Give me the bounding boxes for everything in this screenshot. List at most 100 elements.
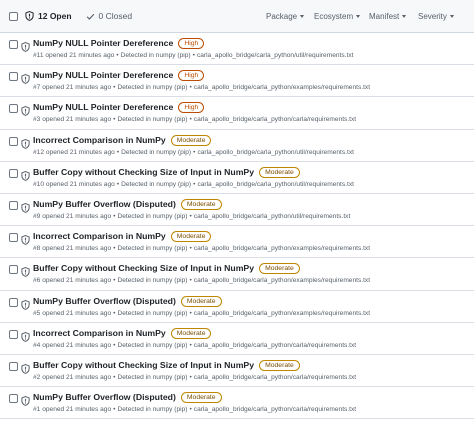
alert-opened: opened 21 minutes ago bbox=[42, 84, 112, 92]
row-checkbox[interactable] bbox=[9, 168, 18, 178]
alert-manifest-path[interactable]: carla_apollo_bridge/carla_python/example… bbox=[194, 277, 370, 284]
row-checkbox[interactable] bbox=[9, 265, 18, 275]
alert-opened: opened 21 minutes ago bbox=[42, 309, 112, 317]
row-checkbox[interactable] bbox=[9, 136, 18, 146]
alert-meta: #8 opened 21 minutes ago • Detected in num… bbox=[33, 245, 371, 253]
row-checkbox[interactable] bbox=[9, 40, 18, 49]
row-checkbox[interactable] bbox=[9, 233, 18, 243]
shield-icon bbox=[21, 297, 30, 310]
alert-number: #1 bbox=[33, 406, 41, 414]
alert-manifest-path[interactable]: carla_apollo_bridge/carla_python/carla/r… bbox=[194, 406, 356, 413]
alert-title-link[interactable]: Incorrect Comparison in NumPy bbox=[33, 328, 166, 338]
alert-manifest-path[interactable]: carla_apollo_bridge/carla_python/example… bbox=[194, 84, 370, 91]
shield-icon bbox=[21, 103, 30, 117]
alert-number: #12 bbox=[33, 148, 45, 156]
severity-badge: Moderate bbox=[170, 327, 212, 339]
caret-down-icon bbox=[300, 15, 305, 18]
alert-detected: Detected in numpy (pip) bbox=[117, 212, 188, 220]
alert-number: #2 bbox=[33, 373, 41, 381]
alert-row[interactable]: NumPy Buffer Overflow (Disputed) Moderate… bbox=[0, 387, 474, 420]
alert-meta: #10 opened 21 minutes ago • Detected in nu… bbox=[33, 180, 354, 188]
package-filter-dropdown[interactable]: Package bbox=[266, 12, 305, 21]
alert-row[interactable]: NumPy NULL Pointer Dereference High #11 op… bbox=[0, 33, 474, 66]
alert-manifest-path[interactable]: carla_apollo_bridge/carla_python/util/re… bbox=[194, 213, 351, 220]
alert-title-line: NumPy NULL Pointer Dereference High bbox=[33, 38, 205, 49]
alert-row[interactable]: Buffer Copy without Checking Size of Inp… bbox=[0, 258, 474, 291]
alert-opened: opened 21 minutes ago bbox=[45, 180, 115, 188]
alert-detected: Detected in numpy (pip) bbox=[117, 116, 188, 124]
alert-row[interactable]: Incorrect Comparison in NumPy Moderate #8 … bbox=[0, 226, 474, 259]
alert-detected: Detected in numpy (pip) bbox=[121, 148, 192, 156]
alert-opened: opened 21 minutes ago bbox=[42, 373, 112, 381]
alert-row[interactable]: NumPy Buffer Overflow (Disputed) Moderate… bbox=[0, 291, 474, 323]
row-checkbox[interactable] bbox=[9, 104, 18, 114]
open-filter-tab[interactable]: 12 Open bbox=[25, 11, 72, 21]
shield-icon bbox=[21, 200, 30, 213]
alert-opened: opened 21 minutes ago bbox=[42, 341, 112, 349]
alert-detected: Detected in numpy (pip) bbox=[117, 277, 188, 285]
alert-title-link[interactable]: NumPy NULL Pointer Dereference bbox=[33, 70, 173, 80]
alert-manifest-path[interactable]: carla_apollo_bridge/carla_python/util/re… bbox=[197, 52, 354, 59]
row-checkbox[interactable] bbox=[9, 361, 18, 371]
closed-filter-tab[interactable]: 0 Closed bbox=[86, 11, 132, 21]
alert-manifest-path[interactable]: carla_apollo_bridge/carla_python/carla/r… bbox=[194, 116, 356, 123]
alert-meta: #3 opened 21 minutes ago • Detected in num… bbox=[33, 116, 357, 124]
row-checkbox[interactable] bbox=[9, 200, 18, 210]
alert-number: #6 bbox=[33, 277, 41, 285]
severity-badge: Moderate bbox=[170, 134, 212, 146]
alert-row[interactable]: NumPy Buffer Overflow (Disputed) Moderate… bbox=[0, 194, 474, 227]
alert-title-link[interactable]: Incorrect Comparison in NumPy bbox=[33, 135, 166, 145]
alert-manifest-path[interactable]: carla_apollo_bridge/carla_python/example… bbox=[194, 245, 370, 252]
alert-opened: opened 21 minutes ago bbox=[42, 245, 112, 253]
shield-icon bbox=[21, 393, 30, 407]
row-checkbox[interactable] bbox=[9, 72, 18, 82]
severity-badge: High bbox=[178, 70, 205, 82]
alert-manifest-path[interactable]: carla_apollo_bridge/carla_python/util/re… bbox=[197, 181, 354, 188]
alert-title-link[interactable]: Buffer Copy without Checking Size of Inp… bbox=[33, 360, 254, 370]
alert-manifest-path[interactable]: carla_apollo_bridge/carla_python/example… bbox=[194, 310, 370, 317]
alert-manifest-path[interactable]: carla_apollo_bridge/carla_python/util/re… bbox=[197, 149, 354, 156]
caret-down-icon bbox=[449, 15, 454, 18]
alert-meta: #11 opened 21 minutes ago • Detected in nu… bbox=[33, 52, 354, 59]
alert-row[interactable]: Incorrect Comparison in NumPy Moderate #12… bbox=[0, 130, 474, 162]
alerts-list: NumPy NULL Pointer Dereference High #11 op… bbox=[0, 33, 474, 420]
row-checkbox[interactable] bbox=[9, 394, 18, 404]
alert-number: #4 bbox=[33, 341, 41, 349]
alert-title-link[interactable]: NumPy Buffer Overflow (Disputed) bbox=[33, 296, 176, 306]
shield-icon bbox=[21, 136, 30, 149]
alert-detected: Detected in numpy (pip) bbox=[117, 406, 188, 414]
alert-meta: #12 opened 21 minutes ago • Detected in nu… bbox=[33, 148, 354, 156]
row-checkbox[interactable] bbox=[9, 329, 18, 339]
alert-row[interactable]: NumPy NULL Pointer Dereference High #3 ope… bbox=[0, 97, 474, 130]
alert-title-line: Incorrect Comparison in NumPy Moderate bbox=[33, 134, 212, 146]
alert-title-link[interactable]: NumPy Buffer Overflow (Disputed) bbox=[33, 392, 176, 402]
alert-opened: opened 21 minutes ago bbox=[45, 52, 115, 59]
alert-title-link[interactable]: Buffer Copy without Checking Size of Inp… bbox=[33, 263, 254, 273]
manifest-filter-dropdown[interactable]: Manifest bbox=[369, 12, 407, 21]
alert-row[interactable]: NumPy NULL Pointer Dereference High #7 ope… bbox=[0, 65, 474, 98]
shield-icon bbox=[21, 168, 30, 181]
select-all-checkbox[interactable] bbox=[9, 11, 18, 21]
alert-title-line: NumPy NULL Pointer Dereference High bbox=[33, 102, 205, 114]
shield-icon bbox=[25, 11, 34, 21]
alert-detected: Detected in numpy (pip) bbox=[121, 180, 192, 188]
alert-row[interactable]: Buffer Copy without Checking Size of Inp… bbox=[0, 162, 474, 194]
alert-row[interactable]: Incorrect Comparison in NumPy Moderate #4 … bbox=[0, 323, 474, 355]
alert-opened: opened 21 minutes ago bbox=[42, 212, 112, 220]
alert-manifest-path[interactable]: carla_apollo_bridge/carla_python/carla/r… bbox=[194, 342, 356, 349]
row-checkbox[interactable] bbox=[9, 297, 18, 307]
alert-detected: Detected in numpy (pip) bbox=[117, 245, 188, 253]
alert-title-link[interactable]: Buffer Copy without Checking Size of Inp… bbox=[33, 167, 254, 177]
alert-title-link[interactable]: NumPy Buffer Overflow (Disputed) bbox=[33, 199, 176, 209]
alert-title-link[interactable]: NumPy NULL Pointer Dereference bbox=[33, 38, 173, 48]
alert-title-link[interactable]: NumPy NULL Pointer Dereference bbox=[33, 102, 173, 112]
severity-filter-dropdown[interactable]: Severity bbox=[418, 12, 454, 21]
alert-number: #11 bbox=[33, 52, 44, 59]
alert-row[interactable]: Buffer Copy without Checking Size of Inp… bbox=[0, 355, 474, 388]
shield-icon bbox=[21, 232, 30, 246]
alert-title-link[interactable]: Incorrect Comparison in NumPy bbox=[33, 231, 166, 241]
alert-manifest-path[interactable]: carla_apollo_bridge/carla_python/carla/r… bbox=[194, 374, 356, 381]
shield-icon bbox=[21, 39, 30, 52]
severity-badge: High bbox=[178, 38, 205, 49]
ecosystem-filter-dropdown[interactable]: Ecosystem bbox=[314, 12, 361, 21]
